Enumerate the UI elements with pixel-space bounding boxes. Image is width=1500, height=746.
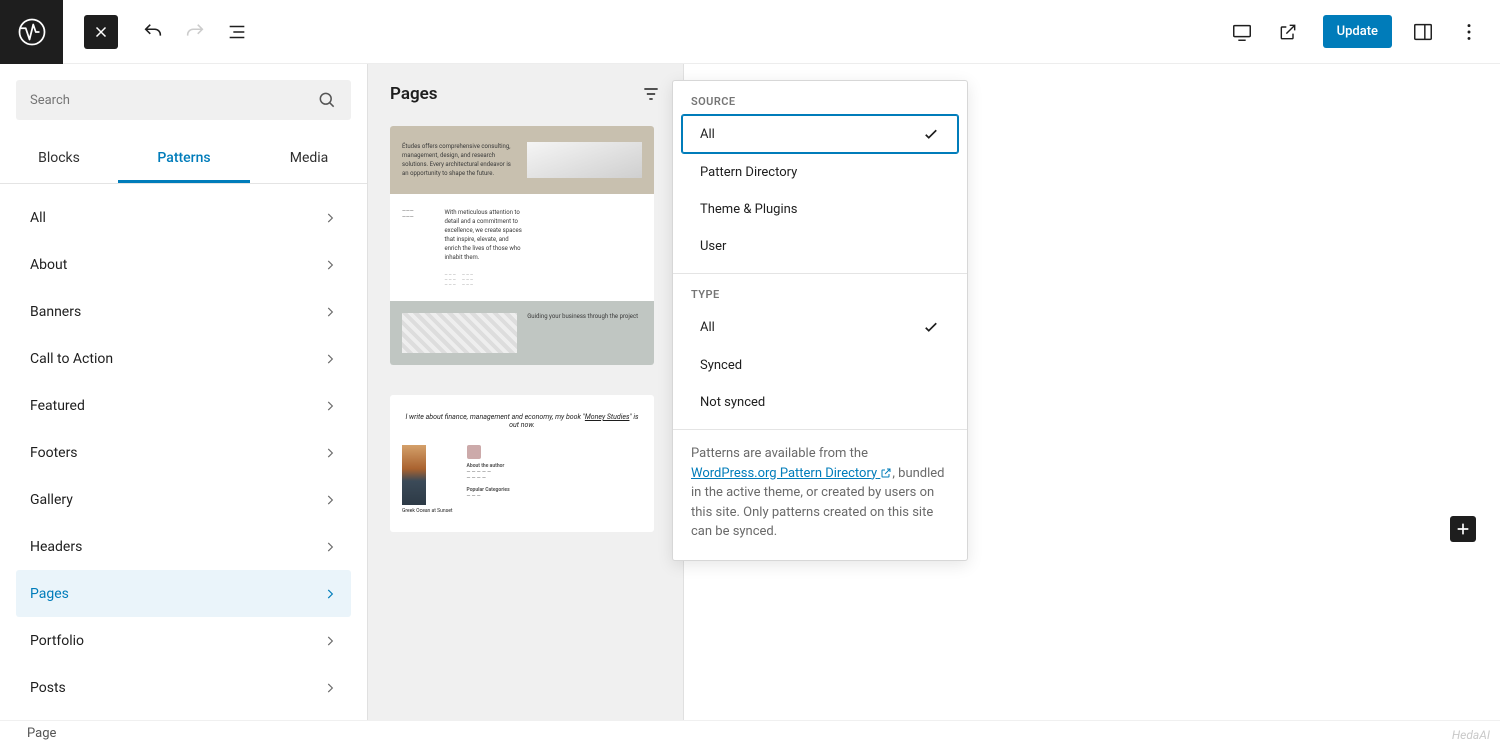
pattern-image: [402, 313, 517, 353]
tab-media[interactable]: Media: [250, 136, 368, 183]
filter-source-all[interactable]: All: [681, 114, 959, 154]
category-headers[interactable]: Headers: [16, 523, 351, 570]
preview-header: Pages: [390, 84, 661, 104]
pattern-text: ——————: [402, 208, 434, 287]
filter-type-synced[interactable]: Synced: [681, 347, 959, 384]
filter-source-heading: Source: [673, 95, 967, 114]
filter-source-theme-plugins[interactable]: Theme & Plugins: [681, 191, 959, 228]
tab-patterns[interactable]: Patterns: [118, 136, 250, 183]
pattern-categories: All About Banners Call to Action Feature…: [0, 184, 367, 720]
toolbar-left: [0, 0, 258, 64]
search-icon: [317, 90, 337, 110]
top-toolbar: Update: [0, 0, 1500, 64]
filter-type-heading: Type: [673, 288, 967, 307]
category-gallery[interactable]: Gallery: [16, 476, 351, 523]
category-banners[interactable]: Banners: [16, 288, 351, 335]
pattern-image: [527, 142, 642, 178]
add-block-button[interactable]: [1450, 516, 1476, 542]
document-overview-button[interactable]: [216, 11, 258, 53]
category-posts[interactable]: Posts: [16, 664, 351, 711]
filter-source-pattern-directory[interactable]: Pattern Directory: [681, 154, 959, 191]
search-input[interactable]: Search: [16, 80, 351, 120]
category-pages[interactable]: Pages: [16, 570, 351, 617]
pattern-directory-link[interactable]: WordPress.org Pattern Directory: [691, 466, 892, 481]
search-wrap: Search: [0, 64, 367, 136]
search-placeholder: Search: [30, 93, 70, 108]
close-inserter-button[interactable]: [84, 15, 118, 49]
tab-blocks[interactable]: Blocks: [0, 136, 118, 183]
pattern-image: [402, 445, 426, 505]
check-icon: [922, 318, 940, 336]
undo-button[interactable]: [132, 11, 174, 53]
category-footers[interactable]: Footers: [16, 429, 351, 476]
filter-icon[interactable]: [641, 84, 661, 104]
update-button[interactable]: Update: [1323, 15, 1392, 48]
category-portfolio[interactable]: Portfolio: [16, 617, 351, 664]
category-about[interactable]: About: [16, 241, 351, 288]
watermark: HedaAI: [1452, 728, 1490, 742]
filter-source-user[interactable]: User: [681, 228, 959, 265]
pattern-preview-column: Pages Études offers comprehensive consul…: [368, 64, 684, 720]
category-call-to-action[interactable]: Call to Action: [16, 335, 351, 382]
filter-type-not-synced[interactable]: Not synced: [681, 384, 959, 421]
pattern-text: With meticulous attention to detail and …: [444, 208, 523, 262]
sidebar-toggle-button[interactable]: [1402, 11, 1444, 53]
pattern-preview-blogging-home[interactable]: I write about finance, management and ec…: [390, 395, 654, 532]
toolbar-right: Update: [1221, 11, 1500, 53]
pattern-text: — — —— — —— — —— — —— — —— — —: [444, 272, 642, 287]
breadcrumb[interactable]: Page: [27, 726, 56, 741]
block-inserter-panel: Search Blocks Patterns Media All About B…: [0, 64, 368, 720]
pattern-text: Guiding your business through the projec…: [527, 313, 638, 353]
pattern-text: Greek Ocean at Sunset: [402, 508, 453, 514]
inserter-tabs: Blocks Patterns Media: [0, 136, 367, 184]
preview-title: Pages: [390, 84, 438, 104]
options-button[interactable]: [1448, 11, 1490, 53]
redo-button[interactable]: [174, 11, 216, 53]
pattern-filter-popover: Source All Pattern Directory Theme & Plu…: [672, 80, 968, 561]
preview-external-button[interactable]: [1267, 11, 1309, 53]
category-all[interactable]: All: [16, 194, 351, 241]
breadcrumb-bar: Page: [0, 720, 1500, 746]
pattern-text: I write about finance, management and ec…: [402, 413, 642, 429]
pattern-text: About the author— — — — —— — — — Popular…: [467, 445, 642, 514]
pattern-preview-business-home[interactable]: Études offers comprehensive consulting, …: [390, 126, 654, 365]
wordpress-logo[interactable]: [0, 0, 63, 64]
pattern-text: Études offers comprehensive consulting, …: [402, 142, 517, 178]
filter-footer-text: Patterns are available from the WordPres…: [673, 430, 967, 560]
view-button[interactable]: [1221, 11, 1263, 53]
category-featured[interactable]: Featured: [16, 382, 351, 429]
filter-type-all[interactable]: All: [681, 307, 959, 347]
check-icon: [922, 125, 940, 143]
